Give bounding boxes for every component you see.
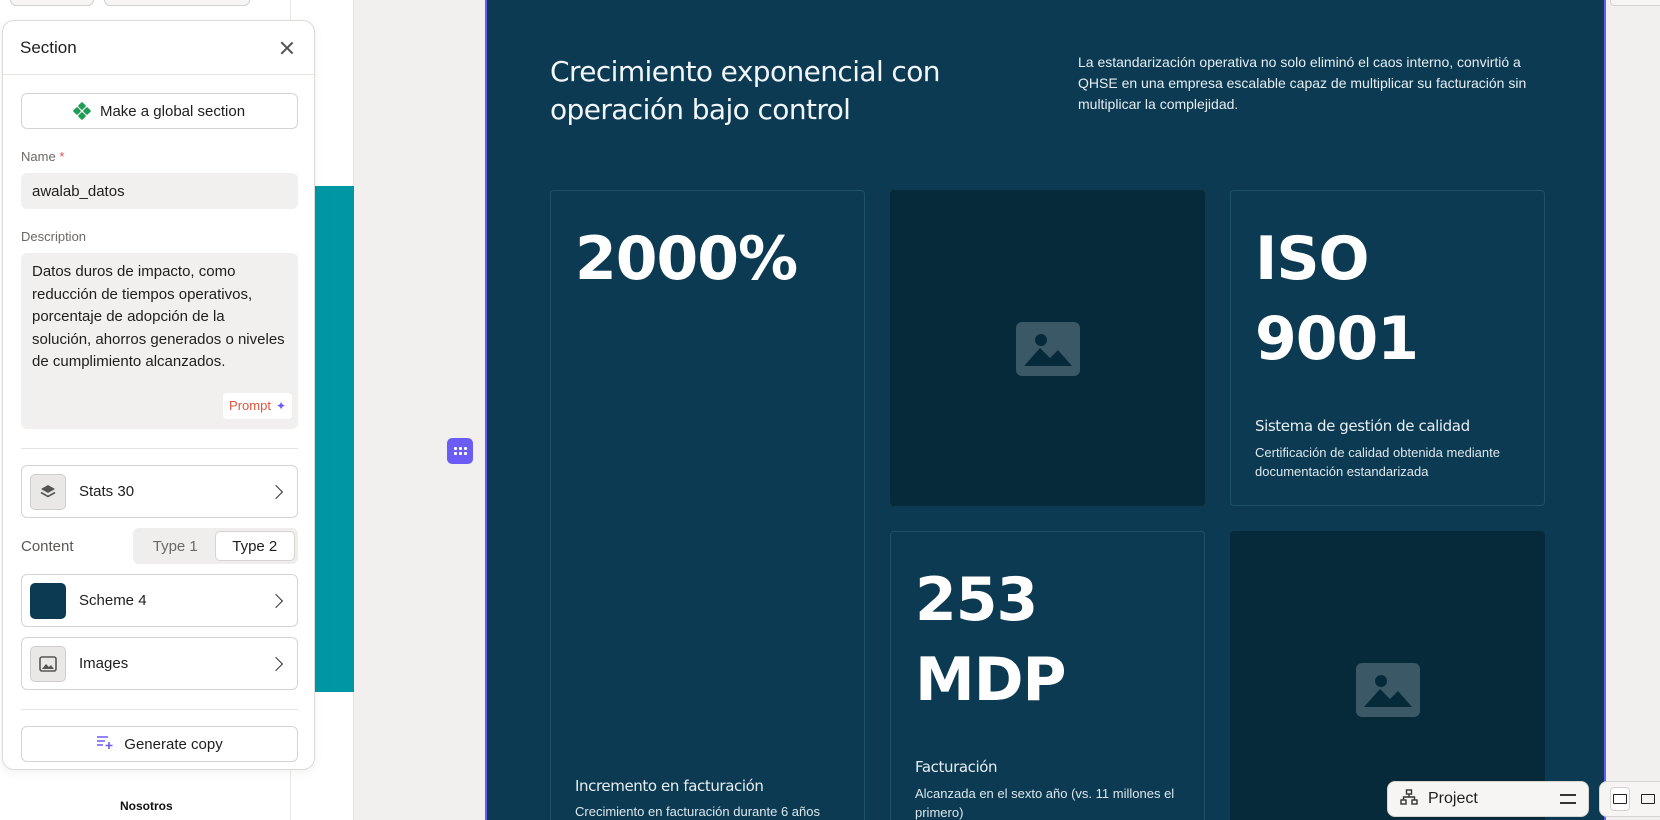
name-label: Name * [21,149,65,164]
prompt-button[interactable]: Prompt ✦ [223,392,292,419]
preview-title: Crecimiento exponencial con operación ba… [550,55,941,126]
panel-body: Make a global section Name * awalab_dato… [3,75,314,762]
toolbar-button[interactable] [1610,0,1660,6]
required-marker: * [59,149,65,164]
stat-title: Sistema de gestión de calidad [1255,417,1470,435]
divider [21,448,298,449]
components-icon [72,101,92,121]
stat-card[interactable]: 2000% Incremento en facturación Crecimie… [550,190,865,820]
description-textarea[interactable]: Datos duros de impacto, como reducción d… [21,253,298,429]
image-card[interactable] [890,190,1205,506]
image-icon [30,645,66,682]
scheme-selector[interactable]: Scheme 4 [21,574,298,627]
image-placeholder-icon [1356,663,1420,717]
stat-subtitle: Certificación de calidad obtenida median… [1255,445,1500,479]
desktop-view-icon[interactable] [1610,787,1631,811]
divider [21,709,298,710]
tablet-view-icon[interactable] [1638,787,1658,811]
chevron-right-icon [268,484,284,499]
stat-value: ISO 9001 [1255,224,1419,374]
image-card[interactable] [1230,531,1545,820]
stat-value: 253 MDP [915,565,1067,715]
close-icon[interactable] [277,38,297,58]
stat-value: 2000% [575,224,798,294]
section-panel: Section Make a global section Name * awa… [2,20,315,770]
description-text: Datos duros de impacto, como reducción d… [32,263,285,370]
images-label: Images [79,655,129,672]
stat-subtitle: Crecimiento en facturación durante 6 año… [575,804,820,819]
name-input[interactable]: awalab_datos [21,173,298,209]
stat-subtitle: Alcanzada en el sexto año (vs. 11 millon… [915,786,1175,820]
content-type-row: Content Type 1 Type 2 [21,528,298,564]
nav-footer-label: Nosotros [120,799,173,813]
layout-selector[interactable]: Stats 30 [21,465,298,518]
generate-copy-icon [96,734,114,754]
make-global-section-button[interactable]: Make a global section [21,93,298,129]
preview-description: La estandarización operativa no solo eli… [1078,54,1527,112]
prompt-label: Prompt [229,397,271,413]
scheme-swatch [30,582,66,619]
content-type-1[interactable]: Type 1 [136,531,215,561]
content-label: Content [21,537,74,555]
make-global-section-label: Make a global section [99,102,246,120]
stat-card[interactable]: 253 MDP Facturación Alcanzada en el sext… [890,531,1205,820]
project-menu[interactable]: Project [1387,781,1589,817]
stat-card[interactable]: ISO 9001 Sistema de gestión de calidad C… [1230,190,1545,506]
editor-canvas: Nosotros Section Make a global section N… [0,0,1660,820]
menu-icon [1560,794,1576,804]
generate-copy-label: Generate copy [124,735,223,753]
stat-title: Incremento en facturación [575,777,764,795]
chevron-right-icon [268,593,284,608]
description-label: Description [21,229,87,244]
top-tab[interactable] [10,0,94,6]
layout-label: Stats 30 [79,483,135,500]
panel-title: Section [20,37,77,57]
view-toggle [1599,781,1660,817]
content-type-2[interactable]: Type 2 [214,531,295,561]
panel-header: Section [3,21,314,75]
layers-icon [30,473,66,510]
generate-copy-button[interactable]: Generate copy [21,726,298,762]
section-drag-handle[interactable] [447,438,473,464]
image-placeholder-icon [1016,322,1080,376]
chevron-right-icon [268,656,284,671]
content-type-toggle: Type 1 Type 2 [133,528,298,564]
sparkle-icon: ✦ [275,398,286,413]
scheme-label: Scheme 4 [79,592,147,609]
stat-title: Facturación [915,758,998,776]
sitemap-icon [1400,788,1418,810]
top-tab[interactable] [104,0,250,6]
section-preview[interactable]: Crecimiento exponencial con operación ba… [485,0,1606,820]
images-selector[interactable]: Images [21,637,298,690]
project-label: Project [1428,790,1478,807]
